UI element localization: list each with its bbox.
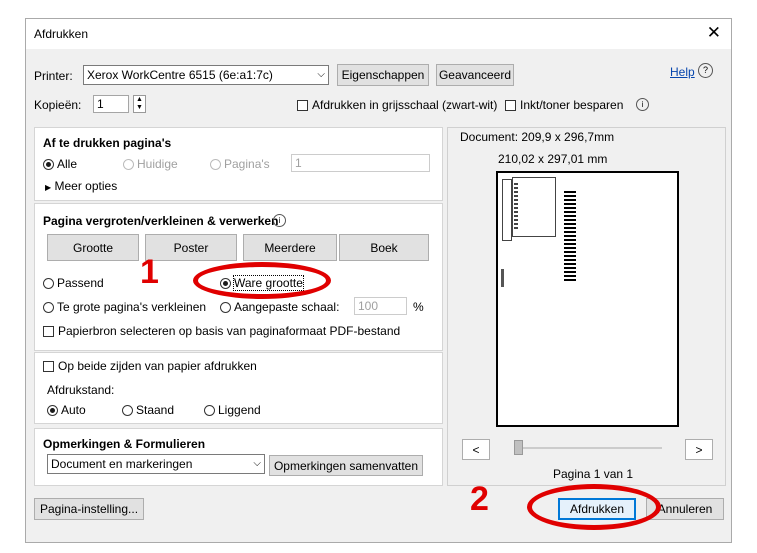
print-dialog: Afdrukken ✕ Printer: Xerox WorkCentre 65… <box>25 18 732 543</box>
pages-panel: Af te drukken pagina's Alle Huidige Pagi… <box>34 127 443 201</box>
more-options-toggle[interactable]: ▶ Meer opties <box>45 179 117 193</box>
copies-input[interactable]: 1 <box>93 95 129 113</box>
comments-heading: Opmerkingen & Formulieren <box>43 437 206 451</box>
tab-size[interactable]: Grootte <box>47 234 139 261</box>
pages-current-radio[interactable] <box>123 159 134 171</box>
title-bar: Afdrukken ✕ <box>26 19 731 49</box>
page-slider-thumb[interactable] <box>514 440 523 455</box>
duplex-option[interactable]: Op beide zijden van papier afdrukken <box>43 359 257 373</box>
summarize-comments-button[interactable]: Opmerkingen samenvatten <box>269 455 423 476</box>
copies-stepper[interactable]: ▲ ▼ <box>133 95 146 113</box>
preview-label-box <box>502 179 512 241</box>
chevron-down-icon: ⌵ <box>317 69 325 80</box>
comments-select[interactable]: Document en markeringen ⌵ <box>47 454 265 474</box>
scale-input[interactable]: 100 <box>354 297 407 315</box>
tab-multiple[interactable]: Meerdere <box>243 234 337 261</box>
help-icon[interactable]: ? <box>698 63 713 78</box>
save-ink-checkbox[interactable] <box>505 100 516 112</box>
annotation-number-2: 2 <box>470 480 489 518</box>
duplex-checkbox[interactable] <box>43 361 54 373</box>
paper-source-checkbox[interactable] <box>43 326 54 338</box>
page-preview <box>496 171 679 427</box>
orientation-portrait-radio[interactable] <box>122 405 133 417</box>
orientation-auto-radio[interactable] <box>47 405 58 417</box>
close-icon[interactable]: ✕ <box>707 23 721 43</box>
comments-value: Document en markeringen <box>51 457 193 471</box>
percent-label: % <box>413 300 424 314</box>
copies-label: Kopieën: <box>34 98 82 112</box>
annotation-number-1: 1 <box>140 253 159 291</box>
next-page-button[interactable]: > <box>685 439 713 460</box>
help-link[interactable]: Help <box>670 65 695 79</box>
preview-small-text <box>501 269 504 287</box>
custom-scale-radio[interactable] <box>220 302 231 314</box>
page-slider-track[interactable] <box>514 447 662 449</box>
info-icon[interactable]: i <box>636 98 649 111</box>
save-ink-option[interactable]: Inkt/toner besparen <box>505 98 623 112</box>
fit-option[interactable]: Passend <box>43 276 104 290</box>
grayscale-checkbox[interactable] <box>297 100 308 112</box>
orientation-portrait-option[interactable]: Staand <box>122 403 174 417</box>
printer-value: Xerox WorkCentre 6515 (6e:a1:7c) <box>87 68 273 82</box>
shrink-radio[interactable] <box>43 302 54 314</box>
orientation-auto-option[interactable]: Auto <box>47 403 86 417</box>
chevron-down-icon: ⌵ <box>253 458 261 469</box>
pages-all-option[interactable]: Alle <box>43 157 77 171</box>
expand-arrow-icon: ▶ <box>45 183 52 192</box>
pages-current-option[interactable]: Huidige <box>123 157 178 171</box>
annotation-oval-2 <box>527 484 661 530</box>
comments-panel: Opmerkingen & Formulieren Document en ma… <box>34 428 443 486</box>
page-setup-button[interactable]: Pagina-instelling... <box>34 498 144 520</box>
dialog-title: Afdrukken <box>34 27 89 41</box>
grayscale-option[interactable]: Afdrukken in grijsschaal (zwart-wit) <box>297 98 497 112</box>
document-size: Document: 209,9 x 296,7mm <box>460 130 615 144</box>
advanced-button[interactable]: Geavanceerd <box>436 64 514 86</box>
orientation-label: Afdrukstand: <box>47 383 115 397</box>
tab-booklet[interactable]: Boek <box>339 234 429 261</box>
preview-address-box <box>512 177 556 237</box>
preview-text-lines <box>514 183 518 231</box>
printer-select[interactable]: Xerox WorkCentre 6515 (6e:a1:7c) ⌵ <box>83 65 329 85</box>
paper-source-option[interactable]: Papierbron selecteren op basis van pagin… <box>43 324 400 338</box>
preview-panel: Document: 209,9 x 296,7mm 210,02 x 297,0… <box>447 127 726 486</box>
annotation-oval-1 <box>193 262 331 299</box>
pages-range-radio[interactable] <box>210 159 221 171</box>
sizing-info-icon[interactable]: i <box>273 214 286 227</box>
pages-heading: Af te drukken pagina's <box>43 136 172 150</box>
custom-scale-option[interactable]: Aangepaste schaal: <box>220 300 339 314</box>
fit-radio[interactable] <box>43 278 54 290</box>
pages-all-radio[interactable] <box>43 159 54 171</box>
preview-barcode <box>564 191 576 283</box>
orientation-landscape-option[interactable]: Liggend <box>204 403 261 417</box>
duplex-panel: Op beide zijden van papier afdrukken Afd… <box>34 352 443 424</box>
pages-range-input[interactable]: 1 <box>291 154 430 172</box>
orientation-landscape-radio[interactable] <box>204 405 215 417</box>
prev-page-button[interactable]: < <box>462 439 490 460</box>
sizing-heading: Pagina vergroten/verkleinen & verwerken <box>43 214 279 228</box>
page-info: Pagina 1 van 1 <box>553 467 634 481</box>
properties-button[interactable]: Eigenschappen <box>337 64 429 86</box>
shrink-option[interactable]: Te grote pagina's verkleinen <box>43 300 206 314</box>
printer-label: Printer: <box>34 69 73 83</box>
paper-size: 210,02 x 297,01 mm <box>498 152 608 166</box>
pages-range-option[interactable]: Pagina's <box>210 157 270 171</box>
